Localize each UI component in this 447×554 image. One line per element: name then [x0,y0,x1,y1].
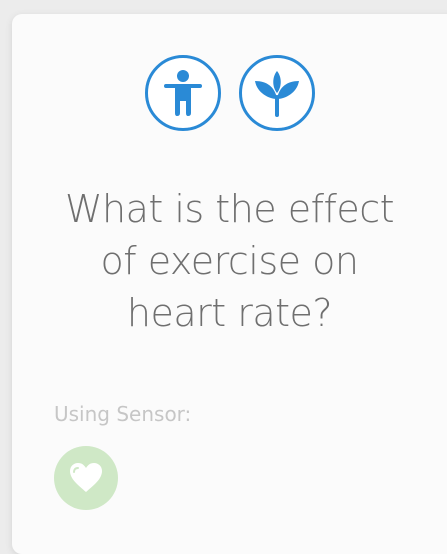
question-title: What is the effect of exercise on heart … [12,183,447,339]
heart-sensor-badge [54,446,118,510]
investigation-card[interactable]: What is the effect of exercise on heart … [12,14,447,554]
question-line-3: heart rate? [126,291,333,335]
heart-icon [70,463,102,492]
question-line-2: of exercise on [100,239,359,283]
person-icon [144,55,221,131]
plant-icon [238,55,315,131]
question-line-1: What is the effect [64,187,395,231]
topic-icons [12,55,447,135]
sensor-label: Using Sensor: [54,402,192,426]
